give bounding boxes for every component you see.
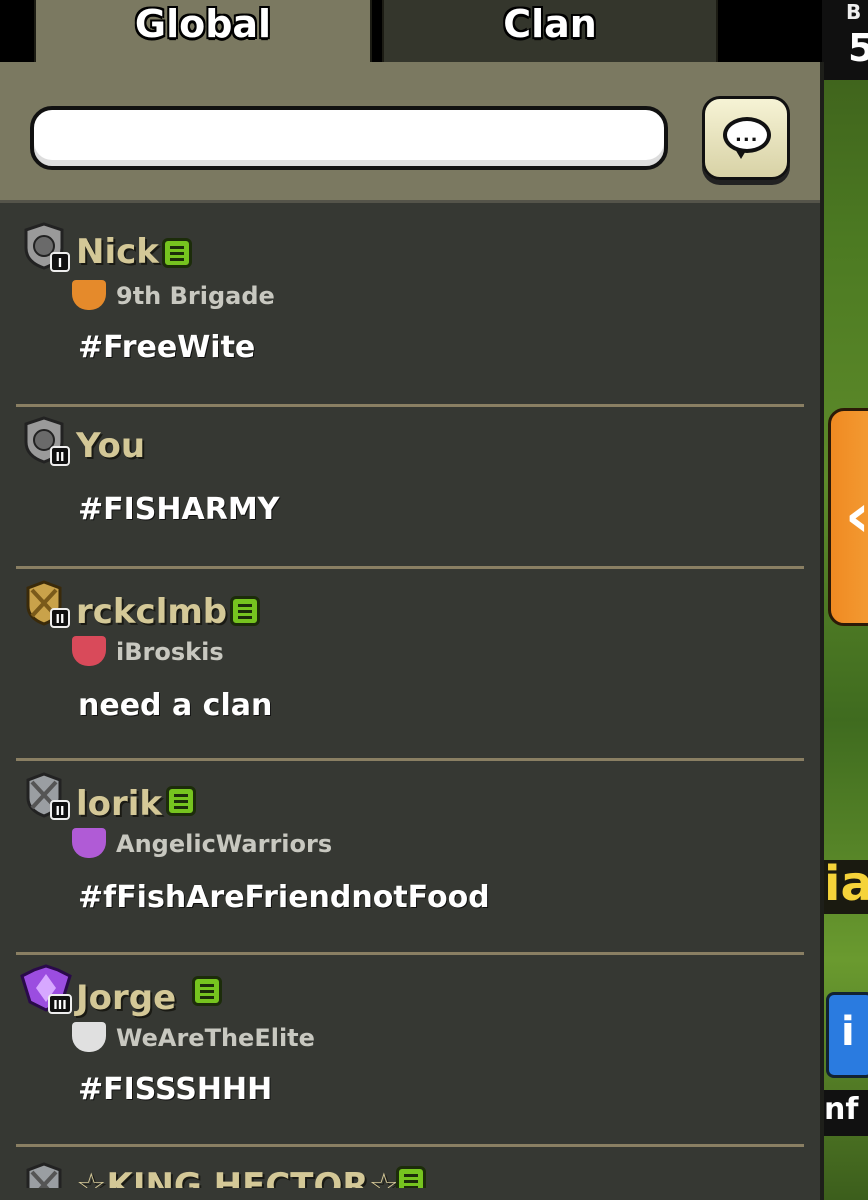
- rank-level-badge: II: [50, 800, 70, 820]
- game-resource-panel: B 5: [822, 0, 868, 80]
- silver-shield-icon: II: [18, 414, 70, 466]
- message-text: #FISSSHHH: [78, 1072, 273, 1107]
- message-text: need a clan: [78, 688, 273, 723]
- message-divider: [16, 952, 804, 955]
- clan-badge-icon: [72, 636, 106, 666]
- player-name[interactable]: Jorge: [76, 978, 176, 1018]
- player-name[interactable]: You: [76, 426, 145, 466]
- chat-badge-icon: [166, 786, 196, 816]
- chat-badge-icon: [162, 238, 192, 268]
- chat-message[interactable]: II rckclmb iBroskis need a clan: [0, 570, 804, 758]
- tab-clan[interactable]: Clan: [382, 0, 718, 66]
- resource-label: B: [846, 0, 862, 24]
- chat-message[interactable]: I Nick 9th Brigade #FreeWite: [0, 202, 804, 408]
- rank-level-badge: II: [50, 608, 70, 628]
- chat-badge-icon: [192, 976, 222, 1006]
- clan-name[interactable]: AngelicWarriors: [116, 830, 332, 858]
- chevron-left-icon: ‹: [845, 481, 868, 551]
- chat-input-bar: ...: [0, 62, 820, 203]
- silver-swords-icon: [18, 1158, 70, 1188]
- rank-level-badge: I: [50, 252, 70, 272]
- chat-message[interactable]: III Jorge WeAreTheElite #FISSSHHH: [0, 956, 804, 1146]
- chat-badge-icon: [396, 1166, 426, 1188]
- chat-message[interactable]: II lorik AngelicWarriors #fFishAreFriend…: [0, 762, 804, 952]
- silver-swords-icon: II: [18, 768, 70, 820]
- clan-badge-icon: [72, 1022, 106, 1052]
- message-divider: [16, 404, 804, 407]
- message-text: #fFishAreFriendnotFood: [78, 880, 490, 915]
- message-divider: [16, 758, 804, 761]
- player-name[interactable]: lorik: [76, 784, 162, 824]
- chat-message[interactable]: ☆KING HECTOR☆: [0, 1148, 804, 1188]
- chat-panel: ... I Nick 9th Brigade #FreeWite II You …: [0, 62, 824, 1200]
- message-divider: [16, 1144, 804, 1147]
- player-name[interactable]: ☆KING HECTOR☆: [76, 1166, 399, 1188]
- clan-name[interactable]: 9th Brigade: [116, 282, 275, 310]
- info-icon: i: [841, 1009, 855, 1055]
- collapse-chat-button[interactable]: ‹: [828, 408, 868, 626]
- info-label: nf: [822, 1090, 868, 1136]
- gold-swords-icon: II: [18, 576, 70, 628]
- clan-badge-icon: [72, 828, 106, 858]
- tab-global-label: Global: [134, 2, 272, 46]
- send-chat-button[interactable]: ...: [702, 96, 790, 180]
- clan-name[interactable]: WeAreTheElite: [116, 1024, 315, 1052]
- message-text: #FreeWite: [78, 330, 256, 365]
- clan-name[interactable]: iBroskis: [116, 638, 224, 666]
- clan-badge-icon: [72, 280, 106, 310]
- purple-crystal-icon: III: [18, 962, 72, 1014]
- rank-level-badge: III: [48, 994, 72, 1014]
- info-button[interactable]: i: [826, 992, 868, 1078]
- silver-shield-icon: I: [18, 220, 70, 272]
- player-name[interactable]: rckclmb: [76, 592, 227, 632]
- game-banner-label: ia: [822, 856, 868, 914]
- message-text: #FISHARMY: [78, 492, 280, 527]
- tab-clan-label: Clan: [503, 2, 597, 46]
- rank-level-badge: II: [50, 446, 70, 466]
- chat-message-input[interactable]: [30, 106, 668, 170]
- player-name[interactable]: Nick: [76, 232, 159, 272]
- tab-global[interactable]: Global: [34, 0, 372, 64]
- resource-count: 5: [848, 26, 868, 70]
- message-divider: [16, 566, 804, 569]
- chat-badge-icon: [230, 596, 260, 626]
- chat-message[interactable]: II You #FISHARMY: [0, 408, 804, 568]
